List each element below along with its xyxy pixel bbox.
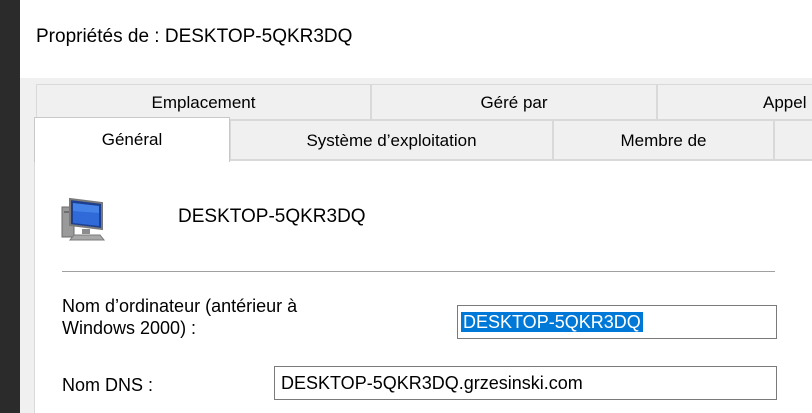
dns-name-label: Nom DNS : (62, 375, 154, 395)
separator (62, 271, 775, 272)
pre2000-name-value: DESKTOP-5QKR3DQ (461, 312, 643, 332)
pre2000-label-line2: Windows 2000) : (62, 318, 197, 338)
computer-name: DESKTOP-5QKR3DQ (178, 206, 366, 227)
tab-systeme-exploitation[interactable]: Système d’exploitation (230, 120, 553, 160)
dns-name-value: DESKTOP-5QKR3DQ.grzesinski.com (281, 373, 583, 393)
pre2000-name-label: Nom d’ordinateur (antérieur à Windows 20… (62, 295, 297, 339)
tab-gere-par[interactable]: Géré par (371, 84, 657, 120)
pre2000-name-field[interactable]: DESKTOP-5QKR3DQ (457, 305, 777, 339)
computer-icon (61, 197, 106, 241)
tab-general[interactable]: Général (34, 117, 230, 162)
tab-emplacement[interactable]: Emplacement (36, 84, 371, 120)
window-title: Propriétés de : DESKTOP-5QKR3DQ (36, 26, 353, 47)
dns-name-field[interactable]: DESKTOP-5QKR3DQ.grzesinski.com (274, 366, 777, 400)
pre2000-label-line1: Nom d’ordinateur (antérieur à (62, 296, 298, 316)
tab-overflow[interactable] (774, 120, 812, 160)
tab-membre-de[interactable]: Membre de (553, 120, 774, 160)
title-bar: Propriétés de : DESKTOP-5QKR3DQ (20, 0, 812, 78)
properties-dialog: Propriétés de : DESKTOP-5QKR3DQ Emplacem… (20, 0, 812, 413)
tab-appel[interactable]: Appel (657, 84, 812, 120)
